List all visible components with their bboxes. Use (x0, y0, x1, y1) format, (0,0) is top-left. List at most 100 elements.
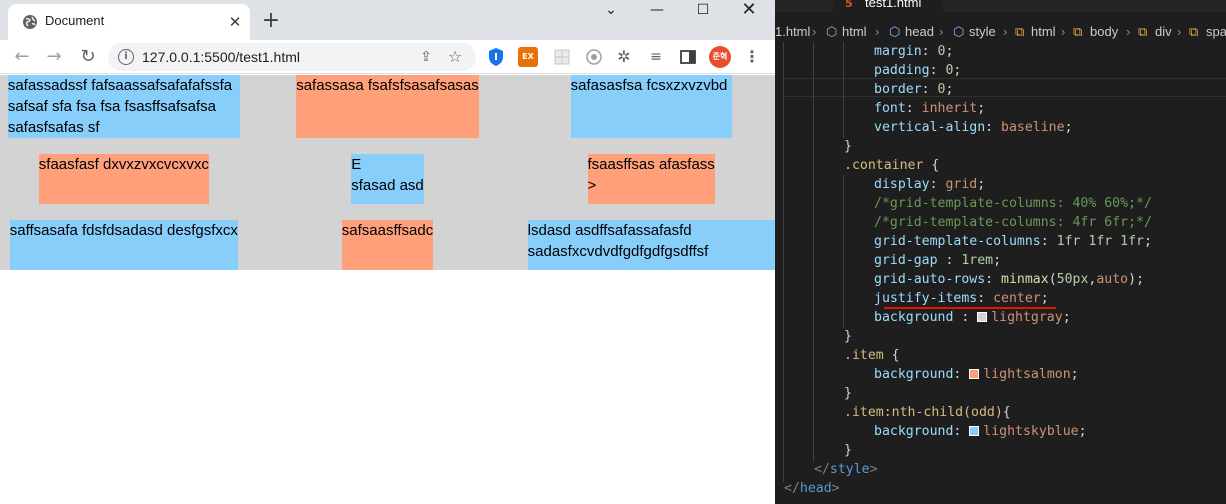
editor-tab-bar: 5 test1.html (775, 0, 1226, 12)
punct: ; (1062, 310, 1071, 325)
shield-extension-icon[interactable] (486, 47, 506, 67)
kebab-menu-icon[interactable]: ⋮ (742, 46, 762, 68)
html-tag: style (829, 462, 870, 477)
chevron-right-icon: › (1003, 24, 1008, 39)
code-line-18: background: lightsalmon; (874, 365, 1079, 384)
punct: : (945, 253, 962, 268)
breadcrumb-head[interactable]: head (905, 24, 934, 39)
breadcrumb-span[interactable]: spa (1206, 24, 1226, 39)
css-value: lightgray (991, 310, 1063, 325)
grid-item-5: E sfasad asd (351, 154, 424, 204)
breadcrumb-div[interactable]: div (1155, 24, 1172, 39)
css-property: grid-template-columns (874, 234, 1041, 249)
media-control-icon[interactable]: ≡ (646, 47, 666, 67)
css-property: background (874, 367, 954, 382)
close-window-button[interactable]: ✕ (726, 0, 772, 20)
chevron-right-icon: › (939, 24, 944, 39)
css-rule-icon: ⧉ (1073, 24, 1083, 39)
code-line-21: background: lightskyblue; (874, 422, 1087, 441)
grid-item-2: safassasa fsafsfsasafsasas (296, 75, 479, 138)
page-viewport: safassadssf fafsaassafsafafafssfa safsaf… (0, 75, 775, 504)
new-tab-button[interactable]: + (258, 8, 284, 34)
punct: ; (977, 177, 986, 192)
code-line-7: .container { (844, 156, 939, 175)
code-line-22: } (844, 443, 852, 458)
reload-button[interactable]: ↻ (76, 45, 100, 69)
grid-item-1: safassadssf fafsaassafsafafafssfa safsaf… (7, 75, 240, 138)
punct: ( (1048, 272, 1057, 287)
back-button[interactable]: ← (10, 45, 34, 69)
forward-button[interactable]: → (42, 45, 66, 69)
color-swatch-lightsalmon[interactable] (969, 369, 980, 379)
translate-extension-icon[interactable]: EX (518, 47, 538, 67)
puzzle-extensions-icon[interactable]: ✲ (614, 47, 634, 67)
html-tag: head (799, 481, 832, 496)
breadcrumb-html[interactable]: html (842, 24, 867, 39)
css-value: lightskyblue (983, 424, 1079, 439)
punct: : (921, 44, 938, 59)
punct: ; (1040, 291, 1049, 306)
css-value: 50px (1056, 272, 1089, 287)
code-line-9: /*grid-template-columns: 40% 60%;*/ (874, 196, 1152, 211)
css-property: background (874, 424, 954, 439)
code-line-24: </head> (784, 479, 840, 498)
grid-item-7: saffsasafa fdsfdsadasd desfgsfxcx (9, 220, 238, 270)
css-rule-icon: ⧉ (1138, 24, 1148, 39)
code-line-11: grid-template-columns: 1fr 1fr 1fr; (874, 232, 1152, 251)
grid-item-4: sfaasfasf dxvxzvxcvcxvxc (38, 154, 209, 204)
css-property: grid-auto-rows (874, 272, 986, 287)
breadcrumb-css-html[interactable]: html (1031, 24, 1056, 39)
code-line-6: } (844, 139, 852, 154)
css-value: center (993, 291, 1041, 306)
globe-icon (23, 15, 37, 29)
code-line-4: font: inherit; (874, 99, 985, 118)
code-editor: 5 test1.html 1.html › ⬡ html › ⬡ head › … (775, 0, 1226, 504)
punct: ; (993, 253, 1002, 268)
punct: ; (1143, 234, 1152, 249)
close-tab-icon[interactable]: ✕ (226, 13, 244, 31)
editor-tab-title: test1.html (865, 0, 922, 10)
css-property: background (874, 310, 962, 325)
code-line-12: grid-gap : 1rem; (874, 251, 1001, 270)
color-swatch-lightskyblue[interactable] (969, 426, 980, 436)
chevron-right-icon: › (875, 24, 880, 39)
breadcrumb-file[interactable]: 1.html (775, 24, 810, 39)
share-icon[interactable]: ⇪ (416, 47, 436, 67)
code-line-8: display: grid; (874, 175, 985, 194)
chevron-right-icon: › (812, 24, 817, 39)
indent-guide (783, 42, 784, 482)
css-value: grid (945, 177, 978, 192)
punct: ); (1128, 272, 1145, 287)
target-extension-icon[interactable] (584, 47, 604, 67)
code-line-13: grid-auto-rows: minmax(50px,auto); (874, 270, 1144, 289)
bookmark-star-icon[interactable]: ☆ (445, 47, 465, 67)
punct: { (891, 348, 900, 363)
grid-extension-icon[interactable] (552, 47, 572, 67)
punct: ; (945, 82, 954, 97)
css-value: baseline (1001, 120, 1065, 135)
css-property: vertical-align (874, 120, 986, 135)
browser-tab[interactable]: Document ✕ (8, 4, 250, 40)
punct: : (985, 272, 1002, 287)
punct: ; (953, 63, 962, 78)
profile-avatar[interactable]: 준혁 (709, 46, 731, 68)
breadcrumb-body[interactable]: body (1090, 24, 1118, 39)
tab-search-icon[interactable]: ⌄ (588, 0, 634, 20)
punct: : (921, 82, 938, 97)
info-icon[interactable]: i (118, 49, 134, 65)
color-swatch-lightgray[interactable] (977, 312, 988, 322)
editor-tab-test1[interactable]: 5 test1.html (833, 0, 943, 12)
url-text[interactable]: 127.0.0.1:5500/test1.html (142, 49, 300, 65)
css-value: auto (1096, 272, 1129, 287)
breadcrumb-style[interactable]: style (969, 24, 996, 39)
code-line-14: justify-items: center; (874, 289, 1049, 308)
css-value: lightsalmon (983, 367, 1071, 382)
minimize-button[interactable]: — (634, 0, 680, 20)
address-bar[interactable]: i 127.0.0.1:5500/test1.html ⇪ ☆ (108, 43, 476, 71)
css-property: display (874, 177, 930, 192)
css-property: justify-items (874, 291, 978, 306)
current-line-highlight (783, 78, 1226, 97)
side-panel-icon[interactable] (678, 47, 698, 67)
maximize-button[interactable]: ☐ (680, 0, 726, 20)
grid-container: safassadssf fafsaassafsafafafssfa safsaf… (0, 75, 775, 270)
